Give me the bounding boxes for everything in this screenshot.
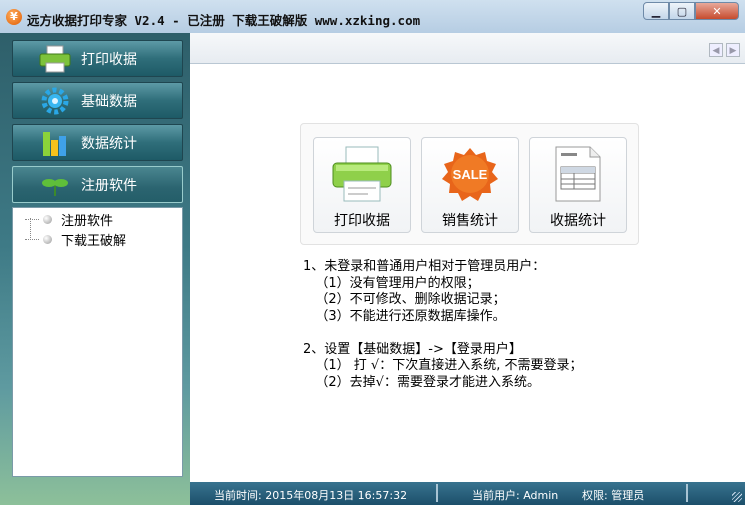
tile-label: 销售统计	[442, 213, 498, 229]
tree-node-icon	[43, 235, 52, 244]
content-toolbar: ◀ ▶	[190, 33, 745, 64]
sidebar-item-base-data[interactable]: 基础数据	[12, 82, 183, 119]
sidebar-item-register[interactable]: 注册软件	[12, 166, 183, 203]
printer-icon	[35, 44, 75, 74]
usage-notes: 1、未登录和普通用户相对于管理员用户： （1）没有管理用户的权限； （2）不可修…	[303, 259, 582, 391]
window-controls: ▁ ▢ ✕	[643, 2, 739, 22]
scroll-right-button[interactable]: ▶	[726, 43, 740, 57]
app-logo-icon: ¥	[6, 9, 22, 25]
tree-item-download-crack[interactable]: 下载王破解	[25, 230, 126, 249]
document-icon	[530, 144, 626, 204]
resize-grip[interactable]	[732, 492, 742, 502]
tree-item-label: 注册软件	[61, 214, 114, 229]
sprout-icon	[35, 170, 75, 200]
note-line: 1、未登录和普通用户相对于管理员用户：	[303, 259, 546, 274]
tile-receipt-stats[interactable]: 收据统计	[529, 137, 627, 233]
status-role: 权限: 管理员	[582, 489, 645, 502]
status-separator	[436, 484, 438, 502]
sidebar-item-label: 注册软件	[81, 177, 137, 194]
status-bar: 当前时间: 2015年08月13日 16:57:32 当前用户: Admin 权…	[190, 482, 745, 505]
sale-badge-icon: SALE	[422, 144, 518, 204]
status-time: 当前时间: 2015年08月13日 16:57:32	[214, 489, 408, 502]
tree-item-label: 下载王破解	[61, 234, 127, 249]
close-button[interactable]: ✕	[695, 2, 739, 20]
scroll-left-button[interactable]: ◀	[709, 43, 723, 57]
note-line: （3）不能进行还原数据库操作。	[303, 308, 506, 324]
gear-icon	[35, 86, 75, 116]
window-title: 远方收据打印专家 V2.4 - 已注册 下载王破解版 www.xzking.co…	[27, 13, 421, 28]
note-line: ​	[303, 325, 582, 342]
app-window: ¥ 远方收据打印专家 V2.4 - 已注册 下载王破解版 www.xzking.…	[0, 0, 745, 505]
sidebar: 打印收据 基础数据 数据统计 注册软件 注册软件 下载王破解	[0, 33, 190, 505]
sale-badge-text: SALE	[453, 167, 488, 182]
status-separator	[686, 484, 688, 502]
tree-item-register[interactable]: 注册软件	[25, 210, 113, 229]
title-bar[interactable]: ¥ 远方收据打印专家 V2.4 - 已注册 下载王破解版 www.xzking.…	[0, 0, 745, 33]
note-line: （1）没有管理用户的权限；	[303, 275, 480, 291]
tree-node-icon	[43, 215, 52, 224]
status-user: 当前用户: Admin	[472, 489, 559, 502]
minimize-button[interactable]: ▁	[643, 2, 669, 20]
quick-actions-panel: 打印收据 SALE 销售统计 收据统计	[300, 123, 639, 245]
tile-label: 收据统计	[550, 213, 606, 229]
main-content: ◀ ▶ 打印收据 SALE 销售统计 收据统计 1、未登录和普通用户相对于管理员…	[190, 33, 745, 482]
sidebar-item-label: 基础数据	[81, 93, 137, 110]
maximize-button[interactable]: ▢	[669, 2, 695, 20]
sidebar-item-label: 数据统计	[81, 135, 137, 152]
sidebar-item-data-stats[interactable]: 数据统计	[12, 124, 183, 161]
register-tree: 注册软件 下载王破解	[12, 207, 183, 477]
note-line: （2）不可修改、删除收据记录；	[303, 292, 506, 307]
note-line: 2、设置【基础数据】->【登录用户】	[303, 341, 522, 357]
tile-print-receipt[interactable]: 打印收据	[313, 137, 411, 233]
note-line: （2）去掉√：需要登录才能进入系统。	[303, 374, 540, 390]
note-line: （1） 打 √：下次直接进入系统, 不需要登录；	[303, 358, 583, 373]
sidebar-item-print-receipt[interactable]: 打印收据	[12, 40, 183, 77]
tile-label: 打印收据	[334, 213, 390, 229]
tile-sales-stats[interactable]: SALE 销售统计	[421, 137, 519, 233]
bar-chart-icon	[35, 128, 75, 158]
printer-icon	[314, 144, 410, 204]
sidebar-item-label: 打印收据	[81, 51, 137, 68]
